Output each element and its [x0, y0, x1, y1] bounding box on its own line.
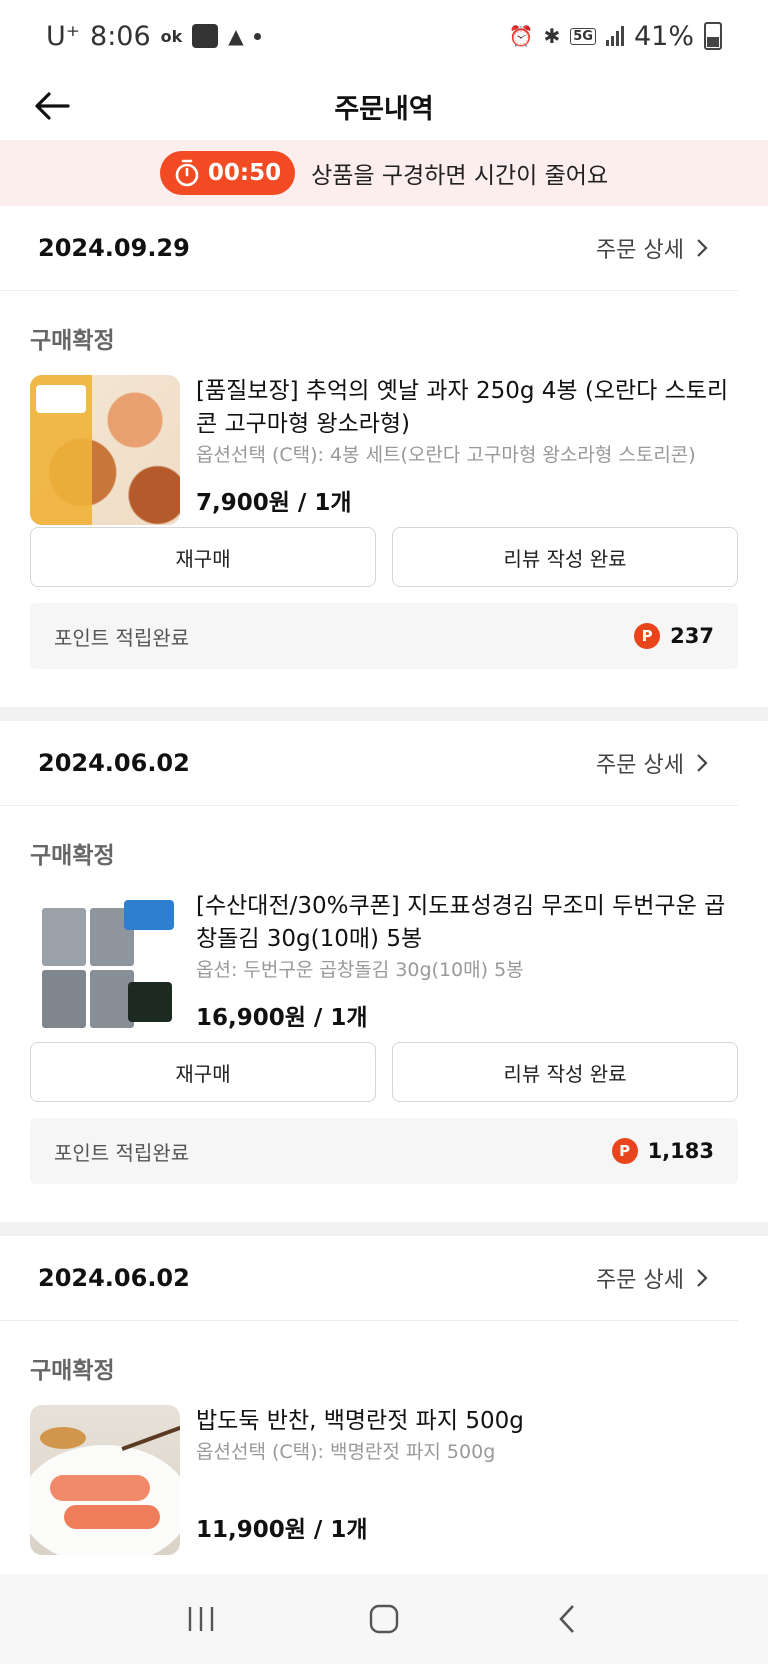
order-status: 구매확정: [30, 328, 115, 354]
arrow-left-icon: [35, 92, 70, 120]
section-divider: [0, 707, 768, 721]
order-header: 2024.06.02 주문 상세: [0, 1236, 738, 1321]
point-label: 포인트 적립완료: [54, 625, 190, 650]
product-thumbnail[interactable]: [30, 890, 180, 1040]
system-back-button[interactable]: [537, 1594, 597, 1644]
section-divider: [0, 1222, 768, 1236]
battery-icon: [704, 22, 722, 50]
order-detail-link[interactable]: 주문 상세: [596, 747, 708, 779]
product-price: 7,900원 / 1개: [196, 490, 352, 516]
status-bar: U⁺ 8:06 ok ▲ ⏰ ✱ 5G 41%: [0, 0, 768, 72]
order-status: 구매확정: [30, 843, 115, 869]
status-right: ⏰ ✱ 5G 41%: [509, 21, 722, 52]
recent-apps-button[interactable]: [171, 1594, 231, 1644]
home-button[interactable]: [354, 1594, 414, 1644]
product-info: [품질보장] 추억의 옛날 과자 250g 4봉 (오란다 스토리콘 고구마형 …: [196, 375, 738, 516]
order-status: 구매확정: [30, 1358, 115, 1384]
timer-value: 00:50: [207, 160, 282, 186]
chevron-right-icon: [697, 754, 708, 772]
page-title: 주문내역: [334, 93, 434, 125]
network-5g-icon: 5G: [570, 27, 596, 45]
timer-banner[interactable]: 00:50 상품을 구경하면 시간이 줄어요: [0, 140, 768, 206]
chevron-left-icon: [558, 1605, 574, 1633]
order-date: 2024.06.02: [38, 749, 190, 777]
product-option: 옵션: 두번구운 곱창돌김 30g(10매) 5봉: [196, 959, 524, 981]
point-label: 포인트 적립완료: [54, 1140, 190, 1165]
bluetooth-icon: ✱: [543, 24, 561, 48]
point-icon: P: [611, 1138, 638, 1164]
rebuy-button[interactable]: 재구매: [30, 1042, 376, 1102]
product-option: 옵션선택 (C택): 4봉 세트(오란다 고구마형 왕소라형 스토리콘): [196, 444, 696, 466]
chevron-right-icon: [697, 1269, 708, 1287]
point-amount: P 237: [634, 623, 714, 649]
signal-icon: [605, 26, 624, 46]
product-info: 밥도둑 반찬, 백명란젓 파지 500g 옵션선택 (C택): 백명란젓 파지 …: [196, 1405, 738, 1543]
more-notifications-dot: [253, 32, 261, 40]
status-left: U⁺ 8:06 ok ▲: [46, 21, 261, 52]
product-name: [품질보장] 추억의 옛날 과자 250g 4봉 (오란다 스토리콘 고구마형 …: [196, 378, 729, 437]
alarm-icon: ⏰: [508, 24, 534, 48]
order-header: 2024.09.29 주문 상세: [0, 206, 738, 291]
rebuy-button[interactable]: 재구매: [30, 527, 376, 587]
home-icon: [369, 1604, 399, 1634]
app-header: 주문내역: [0, 72, 768, 140]
chevron-right-icon: [697, 239, 708, 257]
shopping-bag-icon: [192, 24, 219, 48]
product-thumbnail[interactable]: [30, 1405, 180, 1555]
order-detail-label: 주문 상세: [596, 238, 684, 263]
product-price: 11,900원 / 1개: [196, 1517, 368, 1543]
order-header: 2024.06.02 주문 상세: [0, 721, 738, 806]
order-list: 2024.09.29 주문 상세 구매확정 [품질보장] 추억의 옛날 과자 2…: [0, 206, 768, 1555]
product-option: 옵션선택 (C택): 백명란젓 파지 500g: [196, 1441, 496, 1463]
back-button[interactable]: [30, 84, 74, 128]
point-summary: 포인트 적립완료 P 1,183: [30, 1118, 738, 1184]
app-notification-icon: ▲: [228, 24, 244, 48]
point-value: 237: [670, 624, 714, 648]
stopwatch-icon: [175, 159, 199, 187]
review-done-button[interactable]: 리뷰 작성 완료: [392, 1042, 738, 1102]
clock: 8:06: [90, 20, 151, 52]
order-detail-link[interactable]: 주문 상세: [596, 232, 708, 264]
ok-icon: ok: [160, 26, 183, 46]
product-thumbnail[interactable]: [30, 375, 180, 525]
point-summary: 포인트 적립완료 P 237: [30, 603, 738, 669]
recent-apps-icon: [189, 1607, 214, 1631]
product-item[interactable]: [품질보장] 추억의 옛날 과자 250g 4봉 (오란다 스토리콘 고구마형 …: [0, 351, 768, 525]
order-detail-label: 주문 상세: [596, 1268, 684, 1293]
carrier-label: U⁺: [46, 20, 81, 52]
order-detail-link[interactable]: 주문 상세: [596, 1262, 708, 1294]
order-card: 2024.06.02 주문 상세 구매확정 밥도둑 반찬, 백명란젓 파지 50…: [0, 1236, 768, 1555]
product-info: [수산대전/30%쿠폰] 지도표성경김 무조미 두번구운 곱창돌김 30g(10…: [196, 890, 738, 1031]
timer-badge: 00:50: [159, 151, 296, 195]
banner-message: 상품을 구경하면 시간이 줄어요: [311, 163, 609, 189]
review-done-button[interactable]: 리뷰 작성 완료: [392, 527, 738, 587]
order-date: 2024.06.02: [38, 1264, 190, 1292]
order-date: 2024.09.29: [38, 234, 190, 262]
battery-percent: 41%: [633, 20, 694, 52]
point-value: 1,183: [647, 1139, 714, 1163]
order-card: 2024.06.02 주문 상세 구매확정 [수산대전/30%쿠폰] 지도표성경…: [0, 721, 768, 1222]
order-card: 2024.09.29 주문 상세 구매확정 [품질보장] 추억의 옛날 과자 2…: [0, 206, 768, 707]
point-amount: P 1,183: [611, 1138, 714, 1164]
order-detail-label: 주문 상세: [596, 753, 684, 778]
product-name: [수산대전/30%쿠폰] 지도표성경김 무조미 두번구운 곱창돌김 30g(10…: [196, 893, 726, 952]
point-icon: P: [634, 623, 661, 649]
product-price: 16,900원 / 1개: [196, 1005, 368, 1031]
product-name: 밥도둑 반찬, 백명란젓 파지 500g: [196, 1408, 524, 1434]
product-item[interactable]: [수산대전/30%쿠폰] 지도표성경김 무조미 두번구운 곱창돌김 30g(10…: [0, 866, 768, 1040]
product-item[interactable]: 밥도둑 반찬, 백명란젓 파지 500g 옵션선택 (C택): 백명란젓 파지 …: [0, 1381, 768, 1555]
system-nav-bar: [0, 1574, 768, 1664]
